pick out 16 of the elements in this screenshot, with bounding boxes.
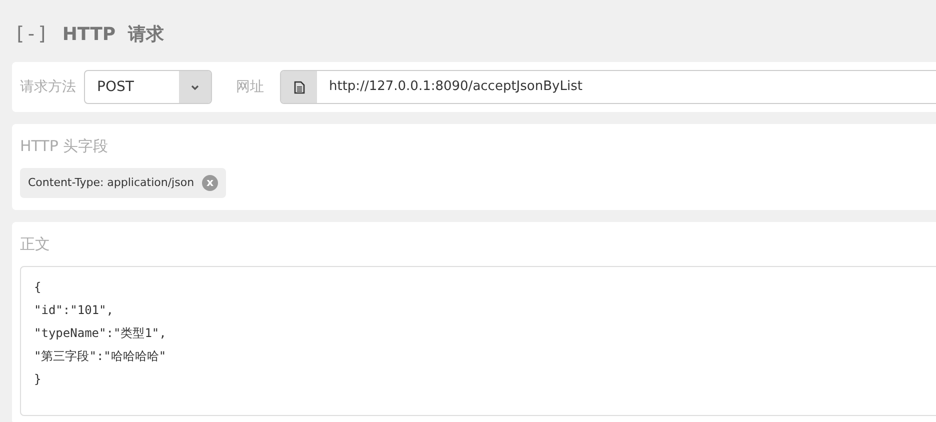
section-title: HTTP 请求 (62, 22, 164, 46)
chevron-down-icon (190, 84, 200, 90)
body-editor[interactable]: { "id":"101", "typeName":"类型1", "第三字段":"哈哈哈哈" } (20, 266, 936, 416)
collapse-toggle[interactable]: [-] (14, 20, 48, 48)
headers-title: HTTP 头字段 (20, 136, 110, 157)
method-label: 请求方法 (20, 78, 76, 96)
body-title: 正文 (20, 234, 51, 255)
code-line: } (34, 370, 42, 388)
document-icon (294, 80, 304, 94)
code-line: "id":"101", (34, 302, 114, 318)
url-label: 网址 (236, 78, 264, 96)
code-line: "typeName":"类型1", (34, 324, 168, 342)
method-dropdown[interactable]: POST (84, 70, 212, 104)
header-tag-label: Content-Type: application/json (28, 174, 194, 190)
code-line: { (34, 278, 42, 296)
code-line: "第三字段":"哈哈哈哈" (34, 348, 168, 364)
